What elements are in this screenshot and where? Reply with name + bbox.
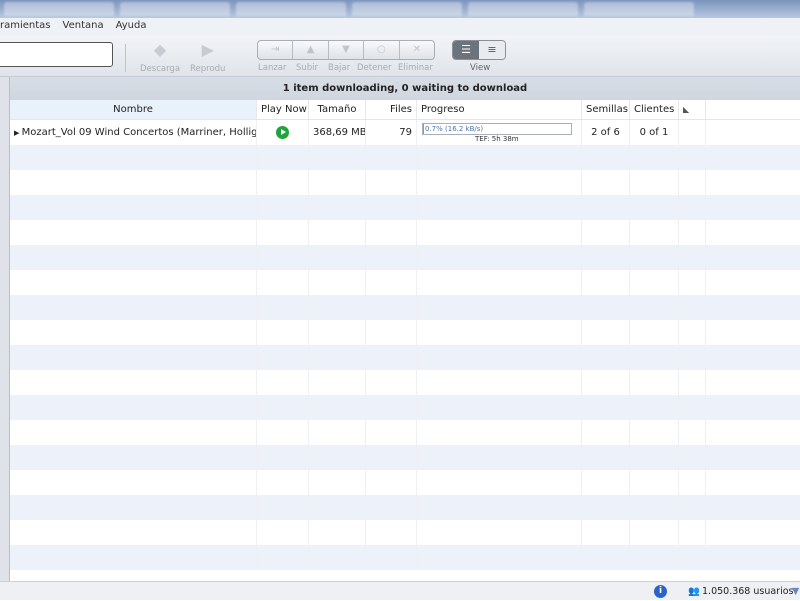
taskbar-tab[interactable] (468, 2, 578, 16)
empty-row (10, 370, 800, 395)
empty-row (10, 420, 800, 445)
user-count: 1.050.368 usuarios (702, 586, 794, 597)
taskbar-tab[interactable] (120, 2, 230, 16)
download-list: ▶ Mozart_Vol 09 Wind Concertos (Marriner… (10, 120, 800, 581)
empty-row (10, 145, 800, 170)
column-header: Nombre Play Now Tamaño Files Progreso Se… (10, 100, 800, 120)
users-icon: 👥 (688, 586, 700, 597)
menu-bar: ramientas Ventana Ayuda (0, 18, 800, 36)
item-files: 79 (366, 120, 417, 145)
col-clientes[interactable]: Clientes (630, 100, 679, 119)
toolbar: ◆ Descarga ▶ Reprodu ⇥ ▲ ▼ ○ ✕ Lanzar Subir Ba… (0, 36, 800, 77)
item-clients: 0 of 1 (630, 120, 679, 145)
col-nombre[interactable]: Nombre (10, 100, 257, 119)
status-bar: i 👥 1.050.368 usuarios ▼ (0, 581, 800, 600)
time-remaining: TEF: 5h 38m (475, 135, 519, 143)
taskbar-tab[interactable] (236, 2, 346, 16)
detail-view-icon[interactable]: ☰ (453, 41, 479, 59)
download-status: 1 item downloading, 0 waiting to downloa… (10, 77, 800, 100)
up-button[interactable]: ▲ (293, 41, 329, 59)
menu-ayuda[interactable]: Ayuda (116, 20, 147, 36)
stop-button[interactable]: ○ (364, 41, 400, 59)
empty-row (10, 345, 800, 370)
view-label: View (470, 63, 491, 73)
taskbar-tab[interactable] (4, 2, 114, 16)
taskbar-tab[interactable] (584, 2, 694, 16)
list-view-icon[interactable]: ≡ (479, 41, 505, 59)
empty-row (10, 195, 800, 220)
menu-ventana[interactable]: Ventana (63, 20, 104, 36)
launch-button[interactable]: ⇥ (258, 41, 294, 59)
empty-row (10, 245, 800, 270)
empty-row (10, 520, 800, 545)
col-semillas[interactable]: Semillas (582, 100, 630, 119)
download-label: Descarga (140, 64, 181, 74)
play-icon: ▶ (201, 40, 214, 59)
empty-row (10, 545, 800, 570)
col-rss[interactable]: ◣ (679, 100, 706, 119)
empty-row (10, 295, 800, 320)
down-label: Bajar (328, 63, 351, 73)
empty-row (10, 320, 800, 345)
item-size: 368,69 MB (309, 120, 366, 145)
empty-row (10, 270, 800, 295)
empty-row (10, 395, 800, 420)
down-button[interactable]: ▼ (329, 41, 365, 59)
up-label: Subir (296, 63, 319, 73)
table-row[interactable]: ▶ Mozart_Vol 09 Wind Concertos (Marriner… (10, 120, 800, 145)
info-icon[interactable]: i (654, 585, 667, 598)
sidebar (0, 77, 10, 581)
col-play-now[interactable]: Play Now (257, 100, 309, 119)
search-input[interactable] (0, 42, 113, 67)
empty-row (10, 170, 800, 195)
col-files[interactable]: Files (366, 100, 417, 119)
progress-fill (423, 124, 425, 134)
rss-icon: ◣ (683, 105, 690, 114)
progress-text: 0.7% (16.2 kB/s) (425, 125, 484, 133)
empty-row (10, 495, 800, 520)
remove-button[interactable]: ✕ (400, 41, 434, 59)
expand-icon[interactable]: ▶ (14, 129, 22, 137)
item-seeds: 2 of 6 (582, 120, 630, 145)
play-label: Reprodu (190, 64, 226, 74)
remove-label: Eliminar (398, 63, 433, 73)
menu-herramientas[interactable]: ramientas (0, 20, 51, 36)
launch-label: Lanzar (258, 63, 287, 73)
os-taskbar (0, 0, 800, 18)
download-button[interactable]: ◆ Descarga (140, 40, 180, 74)
col-tamano[interactable]: Tamaño (309, 100, 366, 119)
item-progress: 0.7% (16.2 kB/s) TEF: 5h 38m (417, 120, 582, 145)
download-icon: ◆ (153, 40, 167, 59)
item-name: Mozart_Vol 09 Wind Concertos (Marriner, … (21, 127, 257, 138)
view-toggle: ☰ ≡ (452, 40, 506, 60)
stop-label: Detener (357, 63, 392, 73)
taskbar-tab[interactable] (352, 2, 462, 16)
empty-row (10, 445, 800, 470)
play-now-icon[interactable] (276, 125, 289, 139)
action-segment: ⇥ ▲ ▼ ○ ✕ (257, 40, 435, 60)
play-button[interactable]: ▶ Reprodu (190, 40, 225, 74)
empty-row (10, 220, 800, 245)
dropdown-icon[interactable]: ▼ (792, 582, 799, 601)
col-progreso[interactable]: Progreso (417, 100, 582, 119)
divider (125, 44, 126, 72)
empty-row (10, 470, 800, 495)
